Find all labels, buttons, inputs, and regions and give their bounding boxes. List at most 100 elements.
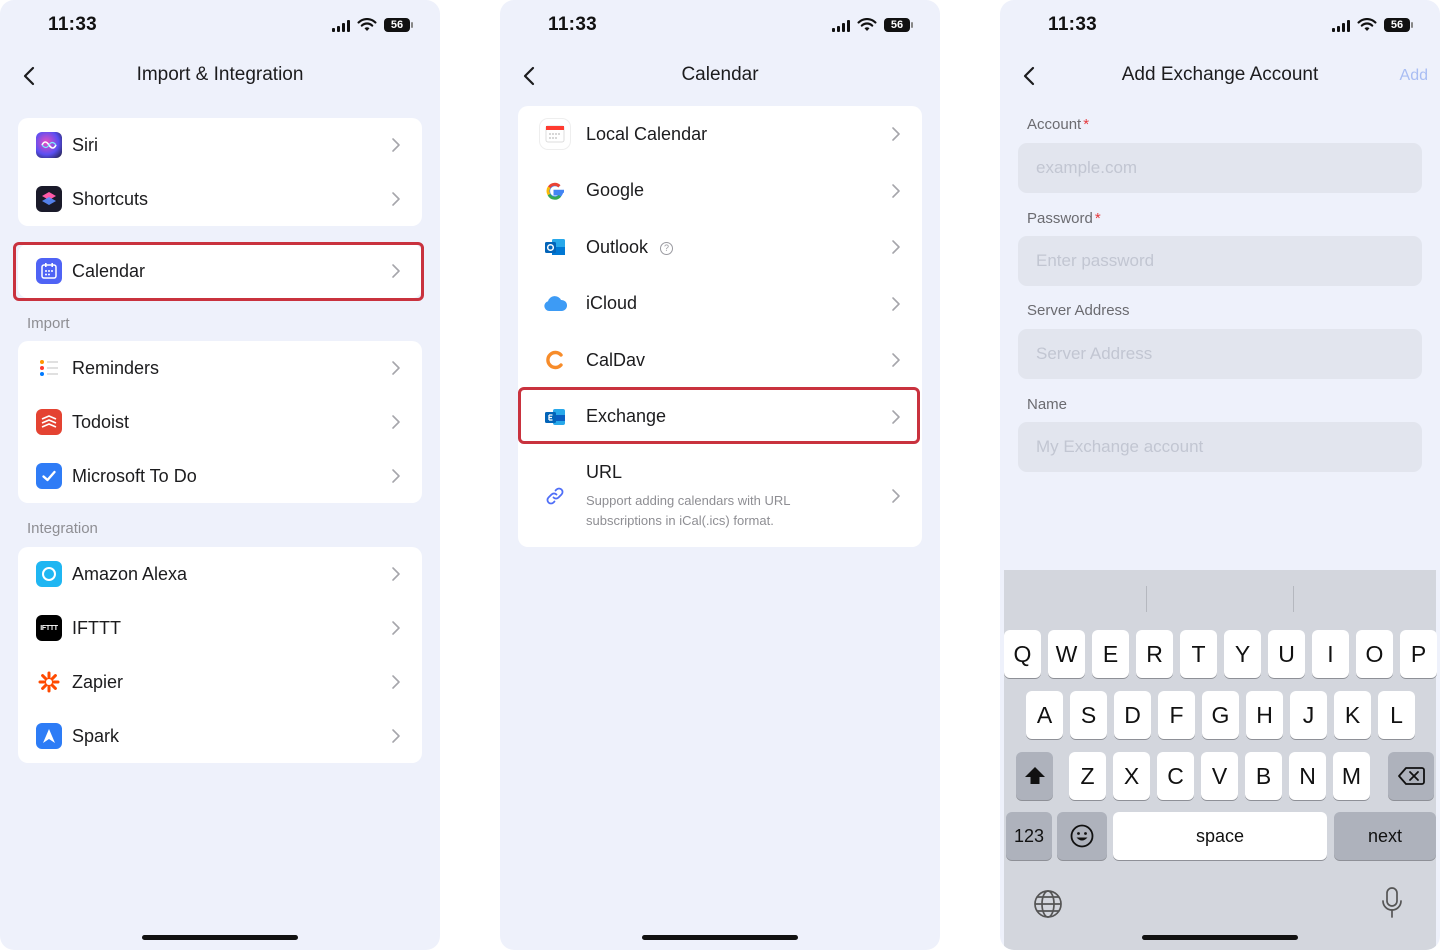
key-f[interactable]: F	[1158, 691, 1195, 739]
list-item-label: Outlook?	[586, 237, 674, 258]
key-p[interactable]: P	[1400, 630, 1437, 678]
import-integration-screen: 11:33 56 Import & Integration Siri Short…	[0, 0, 440, 950]
delete-icon	[1398, 767, 1425, 785]
list-item-ifttt[interactable]: IFTTT IFTTT	[18, 601, 422, 655]
list-item-spark[interactable]: Spark	[18, 709, 422, 763]
key-z[interactable]: Z	[1069, 752, 1106, 800]
key-n[interactable]: N	[1289, 752, 1326, 800]
password-field[interactable]: Enter password	[1018, 236, 1422, 286]
chevron-right-icon	[890, 352, 902, 368]
shortcuts-icon	[36, 186, 62, 212]
key-q[interactable]: Q	[1004, 630, 1041, 678]
link-icon	[540, 481, 570, 511]
list-item-label: Spark	[72, 725, 120, 746]
cellular-signal-icon	[332, 19, 350, 32]
key-g[interactable]: G	[1202, 691, 1239, 739]
server-address-label: Server Address	[1027, 302, 1130, 319]
shift-arrow-icon	[1024, 767, 1045, 784]
key-w[interactable]: W	[1048, 630, 1085, 678]
list-item-local-calendar[interactable]: Local Calendar	[518, 106, 922, 163]
list-item-shortcuts[interactable]: Shortcuts	[18, 172, 422, 226]
key-l[interactable]: L	[1378, 691, 1415, 739]
cellular-signal-icon	[1332, 19, 1350, 32]
url-title: URL	[586, 461, 623, 482]
key-t[interactable]: T	[1180, 630, 1217, 678]
help-icon[interactable]: ?	[660, 241, 674, 255]
chevron-right-icon	[390, 360, 402, 376]
key-a[interactable]: A	[1026, 691, 1063, 739]
server-address-field[interactable]: Server Address	[1018, 329, 1422, 379]
list-item-label: Local Calendar	[586, 123, 708, 144]
exchange-highlight-frame	[518, 387, 920, 444]
chevron-right-icon	[390, 414, 402, 430]
key-c[interactable]: C	[1157, 752, 1194, 800]
list-item-google[interactable]: Google	[518, 163, 922, 220]
key-i[interactable]: I	[1312, 630, 1349, 678]
key-v[interactable]: V	[1201, 752, 1238, 800]
chevron-right-icon	[390, 468, 402, 484]
reminders-icon	[36, 355, 62, 381]
list-item-todoist[interactable]: Todoist	[18, 395, 422, 449]
list-item-zapier[interactable]: Zapier	[18, 655, 422, 709]
local-calendar-icon	[540, 119, 570, 150]
space-key[interactable]: space	[1113, 812, 1327, 860]
globe-icon[interactable]	[1032, 888, 1064, 920]
list-item-label: Amazon Alexa	[72, 563, 188, 584]
add-button[interactable]: Add	[1400, 67, 1428, 85]
wifi-icon	[357, 18, 377, 32]
list-item-icloud[interactable]: iCloud	[518, 276, 922, 333]
integration-group: Amazon Alexa IFTTT IFTTT Zapier Spark	[18, 547, 422, 763]
key-o[interactable]: O	[1356, 630, 1393, 678]
chevron-right-icon	[390, 674, 402, 690]
key-j[interactable]: J	[1290, 691, 1327, 739]
nav-bar: Import & Integration	[0, 56, 440, 96]
list-item-label: Todoist	[72, 411, 130, 432]
calendar-sources-list: Local Calendar Google Outlook? iCloud Ca…	[518, 106, 922, 547]
import-group: Reminders Todoist Microsoft To Do	[18, 341, 422, 503]
keyboard-suggestion-bar	[1004, 570, 1436, 626]
siri-icon	[36, 132, 62, 158]
backspace-key[interactable]	[1388, 752, 1434, 800]
emoji-key[interactable]	[1057, 812, 1107, 860]
chevron-right-icon	[390, 728, 402, 744]
key-k[interactable]: K	[1334, 691, 1371, 739]
list-item-outlook[interactable]: Outlook?	[518, 219, 922, 276]
list-item-microsoft-to-do[interactable]: Microsoft To Do	[18, 449, 422, 503]
shift-key[interactable]	[1016, 752, 1053, 800]
key-b[interactable]: B	[1245, 752, 1282, 800]
list-item-label: Zapier	[72, 671, 124, 692]
chevron-right-icon	[890, 296, 902, 312]
status-time: 11:33	[548, 14, 598, 35]
key-h[interactable]: H	[1246, 691, 1283, 739]
microphone-icon[interactable]	[1380, 886, 1404, 920]
password-label: Password *	[1027, 210, 1101, 227]
battery-icon: 56	[884, 18, 913, 32]
name-field[interactable]: My Exchange account	[1018, 422, 1422, 472]
microsoft-todo-icon	[36, 463, 62, 489]
next-key[interactable]: next	[1334, 812, 1436, 860]
key-u[interactable]: U	[1268, 630, 1305, 678]
status-time: 11:33	[1048, 14, 1098, 35]
key-y[interactable]: Y	[1224, 630, 1261, 678]
key-m[interactable]: M	[1333, 752, 1370, 800]
key-e[interactable]: E	[1092, 630, 1129, 678]
status-bar: 11:33 56	[0, 14, 440, 40]
key-s[interactable]: S	[1070, 691, 1107, 739]
list-item-caldav[interactable]: CalDav	[518, 332, 922, 389]
key-x[interactable]: X	[1113, 752, 1150, 800]
home-indicator	[1142, 935, 1298, 940]
key-d[interactable]: D	[1114, 691, 1151, 739]
wifi-icon	[1357, 18, 1377, 32]
outlook-icon	[540, 232, 570, 263]
list-item-url[interactable]: URL Support adding calendars with URL su…	[518, 445, 922, 547]
list-item-reminders[interactable]: Reminders	[18, 341, 422, 395]
battery-icon: 56	[384, 18, 413, 32]
calendar-screen: 11:33 56 Calendar Local Calendar Google	[500, 0, 940, 950]
numbers-key[interactable]: 123	[1006, 812, 1052, 860]
calendar-highlight-frame	[13, 242, 424, 301]
list-item-siri[interactable]: Siri	[18, 118, 422, 172]
account-field[interactable]: example.com	[1018, 143, 1422, 193]
key-r[interactable]: R	[1136, 630, 1173, 678]
list-item-amazon-alexa[interactable]: Amazon Alexa	[18, 547, 422, 601]
chevron-right-icon	[390, 137, 402, 153]
